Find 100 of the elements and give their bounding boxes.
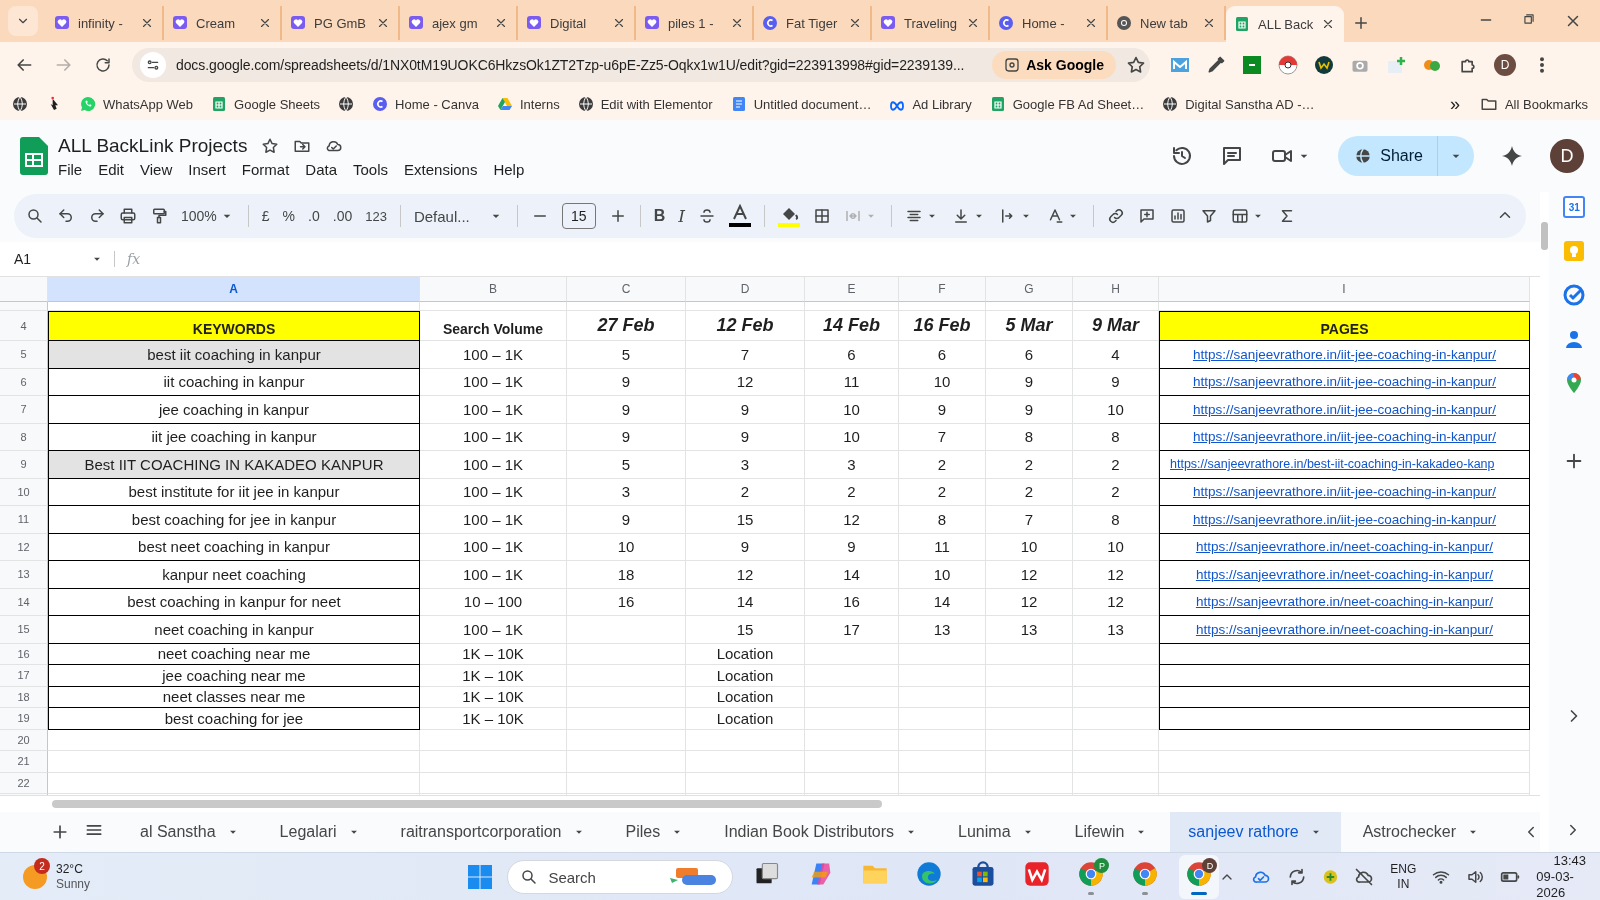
redo-icon[interactable] bbox=[88, 207, 106, 225]
bookmark[interactable]: Ad Library bbox=[889, 96, 972, 112]
link[interactable]: https://sanjeevrathore.in/best-iit-coaching-in-kakadeo-kanp bbox=[1159, 451, 1530, 479]
document-title[interactable]: ALL BackLink Projects bbox=[58, 134, 248, 157]
row-number[interactable]: 4 bbox=[0, 311, 48, 341]
close-icon[interactable] bbox=[1202, 16, 1216, 30]
menu-item[interactable]: Data bbox=[305, 160, 337, 178]
column-header[interactable]: A bbox=[48, 277, 420, 302]
sheet-tab[interactable]: Astrochecker bbox=[1344, 812, 1499, 852]
browser-tab[interactable]: ALL Back bbox=[1226, 6, 1344, 42]
text-color-icon[interactable] bbox=[729, 204, 752, 228]
column-header[interactable]: E bbox=[805, 277, 899, 302]
row-number[interactable]: 8 bbox=[0, 423, 48, 451]
close-icon[interactable] bbox=[730, 16, 744, 30]
row-number[interactable]: 7 bbox=[0, 396, 48, 424]
close-icon[interactable] bbox=[258, 16, 272, 30]
bookmark-star-icon[interactable] bbox=[1126, 55, 1146, 75]
taskbar-button[interactable]: D bbox=[1179, 855, 1220, 899]
menu-item[interactable]: Help bbox=[493, 160, 525, 178]
link[interactable]: https://sanjeevrathore.in/iit-jee-coaching-in-kanpur/ bbox=[1159, 423, 1530, 451]
link[interactable]: https://sanjeevrathore.in/iit-jee-coaching-in-kanpur/ bbox=[1159, 396, 1530, 424]
bookmark[interactable]: WhatsApp Web bbox=[80, 96, 194, 112]
browser-tab[interactable]: piles 1 - bbox=[636, 6, 754, 40]
sheet-tab[interactable]: Piles bbox=[607, 812, 703, 852]
browser-tab[interactable]: PG GmB bbox=[282, 6, 400, 40]
bookmark[interactable]: Interns bbox=[496, 96, 560, 112]
more-bookmarks[interactable]: » bbox=[1449, 93, 1460, 115]
row-number[interactable]: 11 bbox=[0, 506, 48, 534]
plus-circle-icon[interactable] bbox=[1323, 867, 1339, 887]
percent-format[interactable]: % bbox=[282, 208, 296, 224]
column-header[interactable]: G bbox=[986, 277, 1073, 302]
strikethrough-icon[interactable] bbox=[698, 207, 717, 225]
row-number[interactable]: 20 bbox=[0, 729, 48, 751]
decrease-decimal[interactable]: .0 bbox=[308, 208, 320, 224]
row-number[interactable]: 22 bbox=[0, 772, 48, 794]
address-bar[interactable]: docs.google.com/spreadsheets/d/1NX0tM19UOKC6HkzsOk1ZT2Tzp-u6pE-Zz5-Oqkx1w1U/edit?gid=223913998#gid=2239139... Ask Google bbox=[132, 48, 1150, 82]
browser-tab[interactable]: Cream bbox=[164, 6, 282, 40]
link[interactable]: https://sanjeevrathore.in/neet-coaching-in-kanpur/ bbox=[1159, 588, 1530, 616]
input-language[interactable]: ENG IN bbox=[1390, 862, 1417, 892]
row-number[interactable]: 16 bbox=[0, 643, 48, 665]
bookmark[interactable]: Google Sheets bbox=[211, 96, 321, 112]
browser-tab[interactable]: infinity - bbox=[46, 6, 164, 40]
profile-avatar[interactable]: D bbox=[1550, 139, 1584, 173]
browser-tab[interactable]: Home - bbox=[990, 6, 1108, 40]
extension-icon[interactable] bbox=[1314, 55, 1334, 75]
bookmark[interactable]: Home - Canva bbox=[372, 96, 479, 112]
menu-item[interactable]: Extensions bbox=[404, 160, 478, 178]
table-icon[interactable] bbox=[1231, 207, 1250, 225]
menu-item[interactable]: View bbox=[140, 160, 173, 178]
number-format[interactable]: 123 bbox=[365, 208, 387, 224]
restore-icon[interactable] bbox=[1522, 12, 1536, 26]
add-comment-icon[interactable] bbox=[1138, 207, 1157, 225]
link[interactable]: https://sanjeevrathore.in/iit-jee-coaching-in-kanpur/ bbox=[1159, 506, 1530, 534]
close-icon[interactable] bbox=[140, 16, 154, 30]
column-header[interactable]: C bbox=[567, 277, 686, 302]
row-number[interactable]: 19 bbox=[0, 708, 48, 730]
row-number[interactable]: 15 bbox=[0, 616, 48, 644]
link[interactable]: https://sanjeevrathore.in/neet-coaching-in-kanpur/ bbox=[1159, 533, 1530, 561]
close-icon[interactable] bbox=[612, 16, 626, 30]
link[interactable]: https://sanjeevrathore.in/iit-jee-coaching-in-kanpur/ bbox=[1159, 341, 1530, 369]
ask-google-button[interactable]: Ask Google bbox=[992, 51, 1116, 79]
column-header[interactable]: I bbox=[1159, 277, 1530, 302]
taskbar-button[interactable]: P bbox=[1071, 855, 1112, 899]
link[interactable]: https://sanjeevrathore.in/iit-jee-coaching-in-kanpur/ bbox=[1159, 478, 1530, 506]
search-icon[interactable] bbox=[26, 207, 44, 225]
close-icon[interactable] bbox=[966, 16, 980, 30]
bold-button[interactable]: B bbox=[653, 207, 666, 225]
sheet-tab[interactable]: Lunima bbox=[940, 812, 1053, 852]
browser-tab[interactable]: Fat Tiger bbox=[754, 6, 872, 40]
italic-button[interactable]: I bbox=[678, 206, 686, 226]
close-icon[interactable] bbox=[494, 16, 508, 30]
font-size-field[interactable]: 15 bbox=[561, 203, 596, 229]
name-box[interactable]: A1 bbox=[0, 251, 115, 267]
column-header[interactable]: D bbox=[686, 277, 805, 302]
bookmark[interactable]: Untitled document… bbox=[730, 96, 872, 112]
row-number[interactable]: 18 bbox=[0, 686, 48, 708]
browser-tab[interactable]: ajex gm bbox=[400, 6, 518, 40]
row-number[interactable]: 12 bbox=[0, 533, 48, 561]
column-header[interactable]: B bbox=[420, 277, 567, 302]
bookmark[interactable]: Google FB Ad Sheet… bbox=[989, 96, 1145, 112]
font-select[interactable]: Defaul... bbox=[413, 207, 504, 225]
link[interactable]: https://sanjeevrathore.in/iit-jee-coaching-in-kanpur/ bbox=[1159, 368, 1530, 396]
wps-logo-icon[interactable] bbox=[1023, 859, 1052, 888]
edge-logo-icon[interactable] bbox=[915, 859, 944, 888]
browser-tab[interactable]: Digital bbox=[518, 6, 636, 40]
column-header[interactable]: F bbox=[899, 277, 986, 302]
print-icon[interactable] bbox=[119, 207, 137, 225]
sheet-tab[interactable]: Legalari bbox=[261, 812, 379, 852]
increase-decimal[interactable]: .00 bbox=[332, 208, 353, 224]
paint-format-icon[interactable] bbox=[150, 207, 168, 225]
column-header[interactable]: H bbox=[1073, 277, 1159, 302]
search-field[interactable]: Search bbox=[507, 860, 734, 894]
browser-tab[interactable]: Traveling bbox=[872, 6, 990, 40]
chart-icon[interactable] bbox=[1169, 207, 1188, 225]
row-number[interactable]: 21 bbox=[0, 751, 48, 773]
row-number[interactable]: 6 bbox=[0, 368, 48, 396]
clock[interactable]: 13:43 09-03-2026 bbox=[1536, 853, 1586, 900]
menu-item[interactable]: Edit bbox=[98, 160, 125, 178]
close-icon[interactable] bbox=[848, 16, 862, 30]
undo-icon[interactable] bbox=[57, 207, 75, 225]
